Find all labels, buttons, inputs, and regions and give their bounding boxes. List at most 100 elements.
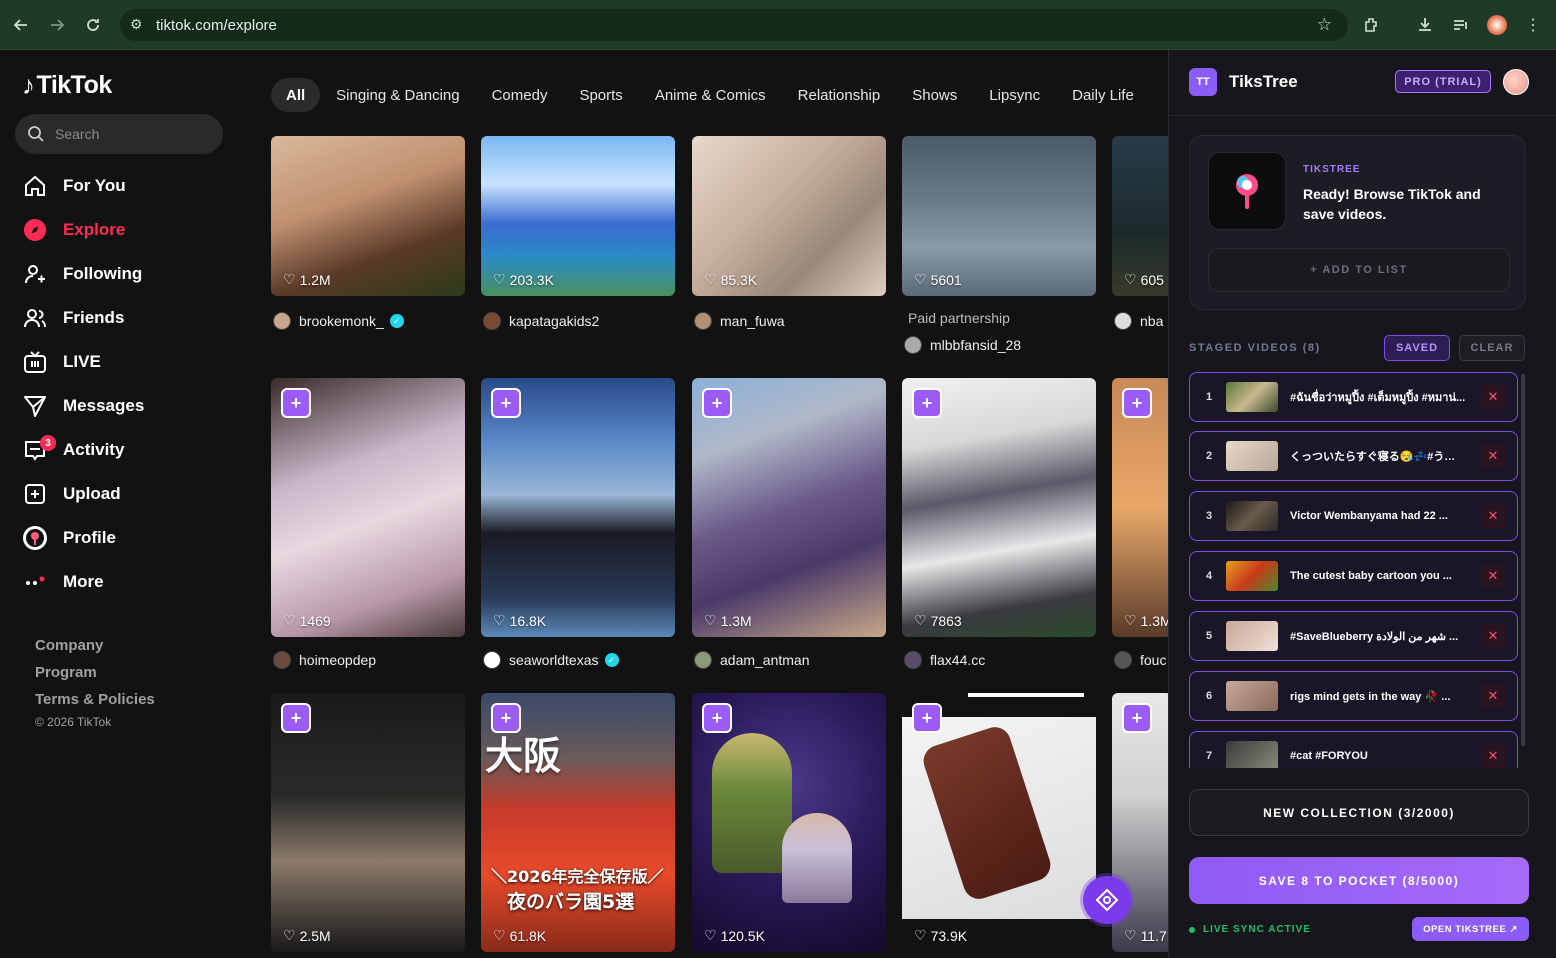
video-card[interactable]: ♡ 5601: [902, 136, 1096, 296]
tab-anime-comics[interactable]: Anime & Comics: [639, 78, 782, 112]
nav-for-you[interactable]: For You: [22, 168, 232, 204]
panel-avatar[interactable]: [1503, 69, 1529, 95]
staged-item[interactable]: 5 #SaveBlueberry شهر من الولادة ... ✕: [1189, 611, 1518, 661]
remove-icon[interactable]: ✕: [1481, 444, 1505, 468]
author-link[interactable]: mlbbfansid_28: [904, 336, 1021, 354]
nav-friends[interactable]: Friends: [22, 300, 232, 336]
staged-item[interactable]: 6 rigs mind gets in the way 🥀 ... ✕: [1189, 671, 1518, 721]
author-link[interactable]: man_fuwa: [694, 312, 785, 330]
compass-icon: [22, 217, 48, 243]
video-card[interactable]: + ♡ 73.9K: [902, 693, 1096, 952]
remove-icon[interactable]: ✕: [1481, 624, 1505, 648]
add-to-list-button[interactable]: +: [1122, 703, 1152, 733]
tab-comedy[interactable]: Comedy: [476, 78, 564, 112]
video-card[interactable]: ♡ 1.2M: [271, 136, 465, 296]
video-card[interactable]: + ♡ 7863: [902, 378, 1096, 637]
heart-icon: ♡: [704, 927, 717, 943]
nav-more[interactable]: More: [22, 564, 232, 600]
like-count: ♡ 16.8K: [493, 612, 546, 629]
tab-lipsync[interactable]: Lipsync: [973, 78, 1056, 112]
nav-label: Following: [63, 264, 143, 283]
tab-daily-life[interactable]: Daily Life: [1056, 78, 1150, 112]
add-to-list-button[interactable]: +: [912, 388, 942, 418]
author-link[interactable]: fouc: [1114, 651, 1166, 669]
forward-icon[interactable]: [46, 14, 68, 36]
nav-messages[interactable]: Messages: [22, 388, 232, 424]
remove-icon[interactable]: ✕: [1481, 744, 1505, 768]
profile-icon[interactable]: [1486, 14, 1508, 36]
footer-program[interactable]: Program: [35, 664, 97, 681]
staged-item[interactable]: 4 The cutest baby cartoon you ... ✕: [1189, 551, 1518, 601]
author-link[interactable]: flax44.cc: [904, 651, 985, 669]
menu-icon[interactable]: ⋮: [1522, 14, 1544, 36]
add-to-list-button[interactable]: +: [702, 388, 732, 418]
add-to-list-button[interactable]: +: [702, 703, 732, 733]
add-to-list-button[interactable]: +: [1122, 388, 1152, 418]
video-card[interactable]: + 大阪 ＼2026年完全保存版／ 夜のバラ園5選 ♡ 61.8K: [481, 693, 675, 952]
tab-sports[interactable]: Sports: [563, 78, 638, 112]
video-card[interactable]: + ♡ 1.3M: [1112, 378, 1168, 637]
staged-item[interactable]: 7 #cat #FORYOU ✕: [1189, 731, 1518, 768]
person-figure: [712, 733, 792, 873]
video-card[interactable]: ♡ 85.3K: [692, 136, 886, 296]
panel-header: TT TiksTree PRO (TRIAL): [1169, 50, 1556, 116]
tikstree-float-button[interactable]: [1083, 876, 1131, 924]
tab-all[interactable]: All: [271, 78, 321, 112]
add-to-list-button[interactable]: + ADD TO LIST: [1208, 248, 1510, 292]
tab-relationship[interactable]: Relationship: [782, 78, 897, 112]
author-link[interactable]: adam_antman: [694, 651, 810, 669]
remove-icon[interactable]: ✕: [1481, 564, 1505, 588]
like-count: ♡ 1.3M: [704, 612, 752, 629]
video-card[interactable]: ♡ 203.3K: [481, 136, 675, 296]
download-icon[interactable]: [1414, 14, 1436, 36]
search-input[interactable]: Search: [15, 114, 223, 154]
add-to-list-button[interactable]: +: [491, 388, 521, 418]
reload-icon[interactable]: [82, 14, 104, 36]
list-scrollbar[interactable]: [1521, 374, 1525, 746]
nav-upload[interactable]: Upload: [22, 476, 232, 512]
footer-terms[interactable]: Terms & Policies: [35, 691, 155, 708]
nav-activity[interactable]: 3 Activity: [22, 432, 232, 468]
video-card[interactable]: + ♡ 1469: [271, 378, 465, 637]
saved-button[interactable]: SAVED: [1384, 335, 1450, 361]
add-to-list-button[interactable]: +: [281, 388, 311, 418]
author-link[interactable]: hoimeopdep: [273, 651, 376, 669]
video-card[interactable]: + ♡ 16.8K: [481, 378, 675, 637]
staged-item[interactable]: 1 #ฉันชื่อว่าหมูปิ้ง #เต็มหมูปิ้ง #หมาน่…: [1189, 372, 1518, 422]
star-icon[interactable]: ☆: [1317, 15, 1332, 35]
pro-trial-badge[interactable]: PRO (TRIAL): [1395, 70, 1491, 93]
add-to-list-button[interactable]: +: [912, 703, 942, 733]
author-link[interactable]: seaworldtexas ✓: [483, 651, 619, 669]
video-card[interactable]: + ♡ 2.5M: [271, 693, 465, 952]
back-icon[interactable]: [10, 14, 32, 36]
author-link[interactable]: nba: [1114, 312, 1163, 330]
author-link[interactable]: brookemonk_ ✓: [273, 312, 404, 330]
new-collection-button[interactable]: NEW COLLECTION (3/2000): [1189, 789, 1529, 836]
video-card[interactable]: + ♡ 120.5K: [692, 693, 886, 952]
author-link[interactable]: kapatagakids2: [483, 312, 599, 330]
clear-button[interactable]: CLEAR: [1459, 335, 1525, 361]
extensions-icon[interactable]: [1361, 14, 1383, 36]
save-to-pocket-button[interactable]: SAVE 8 TO POCKET (8/5000): [1189, 857, 1529, 904]
footer-company[interactable]: Company: [35, 637, 103, 654]
site-settings-icon[interactable]: ⚙: [130, 16, 143, 33]
nav-explore[interactable]: Explore: [22, 212, 232, 248]
video-card[interactable]: ♡ 605: [1112, 136, 1168, 296]
staged-item[interactable]: 3 Victor Wembanyama had 22 ... ✕: [1189, 491, 1518, 541]
tiktok-logo[interactable]: ♪ TikTok: [22, 70, 112, 101]
staged-item[interactable]: 2 くっついたらすぐ寝る😪💤#うさぎ... ✕: [1189, 431, 1518, 481]
nav-profile[interactable]: Profile: [22, 520, 232, 556]
open-tikstree-button[interactable]: OPEN TIKSTREE ↗: [1412, 917, 1529, 941]
tab-shows[interactable]: Shows: [896, 78, 973, 112]
media-icon[interactable]: [1450, 14, 1472, 36]
remove-icon[interactable]: ✕: [1481, 684, 1505, 708]
address-bar[interactable]: ⚙ tiktok.com/explore ☆: [120, 9, 1348, 41]
nav-following[interactable]: Following: [22, 256, 232, 292]
remove-icon[interactable]: ✕: [1481, 385, 1505, 409]
nav-live[interactable]: LIVE: [22, 344, 232, 380]
inbox-icon: 3: [22, 435, 56, 463]
add-to-list-button[interactable]: +: [281, 703, 311, 733]
remove-icon[interactable]: ✕: [1481, 504, 1505, 528]
tab-singing-dancing[interactable]: Singing & Dancing: [320, 78, 475, 112]
video-card[interactable]: + ♡ 1.3M: [692, 378, 886, 637]
